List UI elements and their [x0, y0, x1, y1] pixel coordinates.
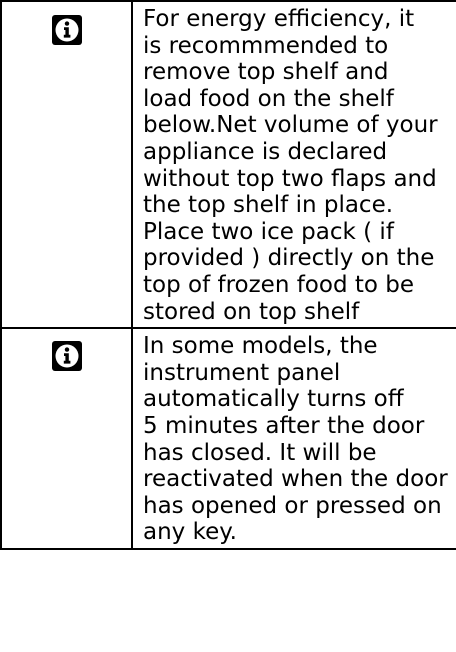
note-text: In some models, the instrument panel aut… — [143, 333, 448, 546]
note-text-cell: For energy efficiency, it is recommmende… — [131, 0, 456, 330]
note-row: For energy efficiency, it is recommmende… — [0, 0, 456, 330]
info-icon — [51, 341, 82, 372]
note-text-cell: In some models, the instrument panel aut… — [131, 327, 456, 550]
note-icon-cell — [0, 327, 133, 550]
note-text: For energy efficiency, it is recommmende… — [143, 6, 438, 325]
note-row: In some models, the instrument panel aut… — [0, 327, 456, 550]
note-icon-cell — [0, 0, 133, 330]
notes-table: For energy efficiency, it is recommmende… — [0, 0, 456, 550]
info-icon — [51, 15, 82, 45]
